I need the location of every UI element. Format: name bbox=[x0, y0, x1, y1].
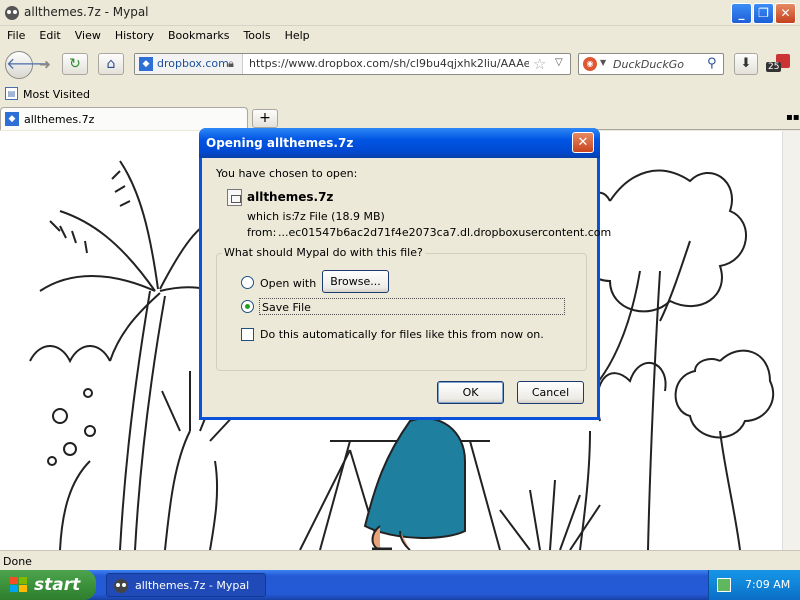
windows-taskbar: start allthemes.7z - Mypal 7:09 AM bbox=[0, 570, 800, 600]
auto-action-checkbox[interactable] bbox=[241, 328, 254, 341]
window-title: allthemes.7z - Mypal bbox=[24, 5, 149, 19]
tab-strip: ◆ allthemes.7z + ▪▪ bbox=[0, 106, 800, 130]
status-bar: Done bbox=[0, 550, 800, 570]
close-window-button[interactable]: ✕ bbox=[775, 3, 796, 24]
home-icon: ⌂ bbox=[106, 56, 116, 72]
menu-tools[interactable]: Tools bbox=[236, 26, 277, 42]
home-button[interactable]: ⌂ bbox=[98, 53, 124, 75]
auto-action-label[interactable]: Do this automatically for files like thi… bbox=[260, 328, 544, 341]
reload-icon: ↻ bbox=[69, 56, 81, 72]
chosen-text: You have chosen to open: bbox=[216, 167, 358, 180]
save-file-label[interactable]: Save File bbox=[259, 298, 565, 315]
mypal-app-icon bbox=[114, 579, 128, 593]
forward-button[interactable]: ➜ bbox=[35, 55, 55, 75]
search-engine-dropdown-icon[interactable]: ▼ bbox=[600, 58, 606, 67]
search-bar[interactable]: ◉ ▼ ⚲ bbox=[578, 53, 724, 75]
bookmark-most-visited[interactable]: Most Visited bbox=[23, 88, 90, 101]
addon-button[interactable]: 25 bbox=[764, 54, 790, 76]
mypal-app-icon bbox=[5, 6, 19, 20]
ok-button[interactable]: OK bbox=[437, 381, 504, 404]
site-identity-button[interactable]: ◆ dropbox.com 🔒︎ bbox=[135, 54, 243, 74]
open-with-radio[interactable] bbox=[241, 276, 254, 289]
tray-app-icon[interactable] bbox=[717, 578, 731, 592]
file-source-label: from: bbox=[247, 226, 277, 239]
file-source-value: ...ec01547b6ac2d71f4e2073ca7.dl.dropboxu… bbox=[278, 226, 612, 239]
start-label: start bbox=[34, 575, 81, 595]
tab-list-icon[interactable]: ▪▪ bbox=[786, 112, 800, 123]
most-visited-folder-icon: ▤ bbox=[5, 87, 18, 100]
file-name: allthemes.7z bbox=[247, 190, 334, 204]
system-tray: 7:09 AM bbox=[708, 570, 800, 600]
menu-history[interactable]: History bbox=[108, 26, 161, 42]
action-group-label: What should Mypal do with this file? bbox=[222, 246, 425, 259]
addon-badge: 25 bbox=[766, 62, 782, 72]
back-button[interactable]: 🡐 bbox=[5, 51, 49, 79]
bookmarks-toolbar: ▤ Most Visited bbox=[0, 84, 800, 104]
menu-view[interactable]: View bbox=[68, 26, 108, 42]
taskbar-item-mypal[interactable]: allthemes.7z - Mypal bbox=[106, 573, 266, 597]
start-button[interactable]: start bbox=[0, 570, 96, 600]
downloads-button[interactable]: ⬇ bbox=[734, 53, 758, 75]
url-bar[interactable]: ◆ dropbox.com 🔒︎ https://www.dropbox.com… bbox=[134, 53, 571, 75]
dialog-close-button[interactable]: ✕ bbox=[572, 132, 594, 153]
save-file-radio[interactable] bbox=[241, 300, 254, 313]
search-input[interactable] bbox=[613, 56, 703, 72]
tab-label: allthemes.7z bbox=[24, 113, 95, 126]
forward-arrow-icon: ➜ bbox=[39, 57, 51, 73]
new-tab-button[interactable]: + bbox=[252, 109, 278, 128]
bookmark-star-icon[interactable]: ☆ bbox=[533, 55, 546, 73]
taskbar-item-label: allthemes.7z - Mypal bbox=[135, 579, 250, 592]
dialog-titlebar: Opening allthemes.7z ✕ bbox=[199, 128, 600, 158]
archive-file-icon bbox=[227, 189, 242, 206]
dropbox-favicon-icon: ◆ bbox=[5, 112, 19, 126]
menu-help[interactable]: Help bbox=[278, 26, 317, 42]
menu-file[interactable]: File bbox=[0, 26, 32, 42]
browse-button[interactable]: Browse... bbox=[322, 270, 389, 293]
status-text: Done bbox=[3, 555, 32, 568]
tab-allthemes[interactable]: ◆ allthemes.7z bbox=[0, 107, 248, 130]
plus-icon: + bbox=[259, 110, 271, 126]
file-type-label: which is: bbox=[247, 210, 296, 223]
lock-icon: 🔒︎ bbox=[228, 57, 234, 70]
opening-file-dialog: Opening allthemes.7z ✕ You have chosen t… bbox=[199, 128, 611, 420]
navigation-toolbar: 🡐 ➜ ↻ ⌂ ◆ dropbox.com 🔒︎ https://www.dro… bbox=[0, 46, 800, 82]
close-icon: ✕ bbox=[577, 135, 589, 150]
dialog-title: Opening allthemes.7z bbox=[206, 136, 354, 150]
restore-button[interactable]: ❐ bbox=[753, 3, 774, 24]
menu-edit[interactable]: Edit bbox=[32, 26, 67, 42]
download-arrow-icon: ⬇ bbox=[740, 56, 752, 71]
action-groupbox: What should Mypal do with this file? Ope… bbox=[216, 246, 587, 371]
url-text[interactable]: https://www.dropbox.com/sh/cl9bu4qjxhk2l… bbox=[249, 57, 529, 70]
url-dropdown-icon[interactable]: ▽ bbox=[555, 57, 563, 68]
cancel-button[interactable]: Cancel bbox=[517, 381, 584, 404]
windows-flag-icon bbox=[10, 577, 28, 593]
menu-bar: File Edit View History Bookmarks Tools Help bbox=[0, 26, 800, 46]
file-type-value: 7z File (18.9 MB) bbox=[293, 210, 385, 223]
duckduckgo-icon[interactable]: ◉ bbox=[583, 57, 597, 71]
dropbox-favicon-icon: ◆ bbox=[139, 57, 153, 71]
clock[interactable]: 7:09 AM bbox=[745, 578, 790, 591]
window-titlebar: allthemes.7z - Mypal _ ❐ ✕ bbox=[0, 0, 800, 26]
open-with-label[interactable]: Open with bbox=[260, 277, 316, 290]
site-identity-label: dropbox.com bbox=[157, 57, 229, 70]
minimize-button[interactable]: _ bbox=[731, 3, 752, 24]
vertical-scrollbar[interactable] bbox=[782, 131, 800, 550]
reload-button[interactable]: ↻ bbox=[62, 53, 88, 75]
search-icon[interactable]: ⚲ bbox=[707, 56, 717, 71]
menu-bookmarks[interactable]: Bookmarks bbox=[161, 26, 236, 42]
dialog-body: You have chosen to open: allthemes.7z wh… bbox=[202, 158, 611, 417]
